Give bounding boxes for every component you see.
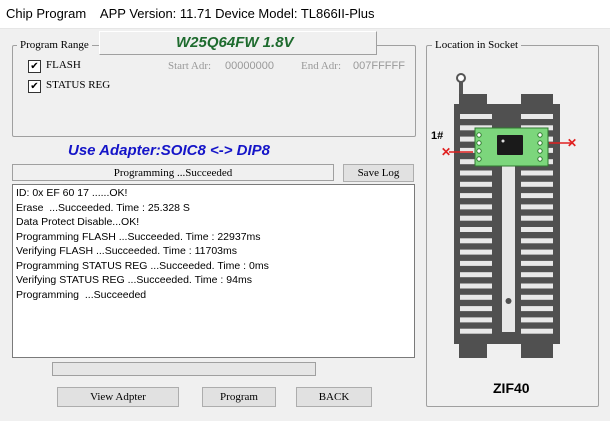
socket-pin-slot xyxy=(521,114,553,119)
socket-center-hole xyxy=(505,298,512,304)
socket-pin-slot xyxy=(521,215,553,221)
adapter-pin xyxy=(476,132,482,138)
soic8-chip xyxy=(497,135,523,155)
socket-pin-slot xyxy=(460,306,492,312)
pin1-label: 1# xyxy=(431,130,444,142)
socket-pin-slot xyxy=(460,181,492,187)
socket-pin-slot xyxy=(460,193,492,199)
log-line: Verifying STATUS REG ...Succeeded. Time … xyxy=(16,274,252,286)
socket-pin-slot xyxy=(521,204,553,210)
adapter-pin xyxy=(476,148,482,154)
socket-pin-slot xyxy=(460,249,492,255)
socket-pin-slot xyxy=(460,260,492,266)
socket-bottom-tab-right xyxy=(521,342,553,358)
adapter-pin xyxy=(537,132,543,138)
pin-marker-left-x: ✕ xyxy=(441,145,451,159)
end-adr-label: End Adr: xyxy=(301,60,342,72)
socket-pin-slot xyxy=(521,227,553,232)
socket-pin-slot xyxy=(460,283,492,289)
back-label: BACK xyxy=(318,391,350,403)
log-line: Programming STATUS REG ...Succeeded. Tim… xyxy=(16,259,269,272)
log-line: Programming FLASH ...Succeeded. Time : 2… xyxy=(16,230,261,243)
socket-center-rail xyxy=(502,152,515,332)
flash-checkbox[interactable]: ✔ xyxy=(28,60,41,73)
chip-name: W25Q64FW 1.8V xyxy=(176,34,294,51)
socket-lever-knob xyxy=(456,73,466,83)
log-line: Verifying FLASH ...Succeeded. Time : 117… xyxy=(16,245,237,257)
socket-pin-slot xyxy=(521,328,553,334)
end-adr-value: 007FFFFF xyxy=(353,60,405,72)
log-line: Erase ...Succeeded. Time : 25.328 S xyxy=(16,201,190,214)
status-box: Programming ...Succeeded xyxy=(12,164,334,181)
save-log-button[interactable]: Save Log xyxy=(343,164,414,182)
socket-pin-slot xyxy=(460,170,492,176)
socket-pin-slot xyxy=(460,238,492,244)
log-line: Data Protect Disable...OK! xyxy=(16,216,140,228)
back-button[interactable]: BACK xyxy=(296,387,372,407)
soic8-pin1-dot xyxy=(501,139,505,143)
socket-pin-slot xyxy=(460,227,492,232)
pin-marker-right-x: ✕ xyxy=(567,136,577,150)
socket-pin-slot xyxy=(460,272,492,278)
log-line: Programming ...Succeeded xyxy=(16,288,147,301)
program-button[interactable]: Program xyxy=(202,387,276,407)
socket-pin-slot xyxy=(521,283,553,289)
adapter-pin xyxy=(476,156,482,162)
progress-bar xyxy=(52,362,316,376)
socket-pin-slot xyxy=(460,317,492,323)
location-in-socket-legend: Location in Socket xyxy=(432,39,522,51)
flash-label: FLASH xyxy=(46,59,81,71)
socket-pin-slot xyxy=(460,114,492,119)
socket-pin-slot xyxy=(521,249,553,255)
socket-pin-slot xyxy=(521,260,553,266)
socket-pin-slot xyxy=(521,317,553,323)
socket-pin-slot xyxy=(521,170,553,176)
log-line: ID: 0x EF 60 17 ......OK! xyxy=(16,187,128,199)
zif-socket-illustration: ✕ ✕ xyxy=(441,73,577,358)
start-adr-label: Start Adr: xyxy=(168,60,212,72)
socket-pin-slot xyxy=(521,294,553,300)
status-reg-checkbox[interactable]: ✔ xyxy=(28,80,41,93)
window-title: Chip Program APP Version: 11.71 Device M… xyxy=(6,6,375,21)
program-range-legend: Program Range xyxy=(17,39,92,51)
status-text: Programming ...Succeeded xyxy=(113,167,233,179)
zif-label: ZIF40 xyxy=(493,380,530,396)
chip-name-banner: W25Q64FW 1.8V xyxy=(99,31,377,55)
status-reg-label: STATUS REG xyxy=(46,79,111,91)
socket-pin-slot xyxy=(521,238,553,244)
socket-pin-slot xyxy=(521,193,553,199)
adapter-pin xyxy=(476,140,482,146)
adapter-text: Use Adapter:SOIC8 <-> DIP8 xyxy=(68,142,271,159)
socket-pin-slot xyxy=(521,181,553,187)
socket-pin-slot xyxy=(460,294,492,300)
adapter-pin xyxy=(537,140,543,146)
socket-pin-slot xyxy=(460,328,492,334)
adapter-pin xyxy=(537,156,543,162)
socket-bottom-tab-left xyxy=(459,342,487,358)
socket-pin-slot xyxy=(521,306,553,312)
socket-pin-slot xyxy=(460,215,492,221)
socket-pin-slot xyxy=(521,272,553,278)
title-bar: Chip Program APP Version: 11.71 Device M… xyxy=(0,0,610,29)
adapter-pin xyxy=(537,148,543,154)
program-label: Program xyxy=(220,391,258,403)
socket-pin-slot xyxy=(460,204,492,210)
view-adapter-label: View Adpter xyxy=(90,391,146,403)
start-adr-value: 00000000 xyxy=(225,60,274,72)
save-log-label: Save Log xyxy=(357,167,400,179)
view-adapter-button[interactable]: View Adpter xyxy=(57,387,179,407)
log-area[interactable]: ID: 0x EF 60 17 ......OK! Erase ...Succe… xyxy=(12,184,415,358)
